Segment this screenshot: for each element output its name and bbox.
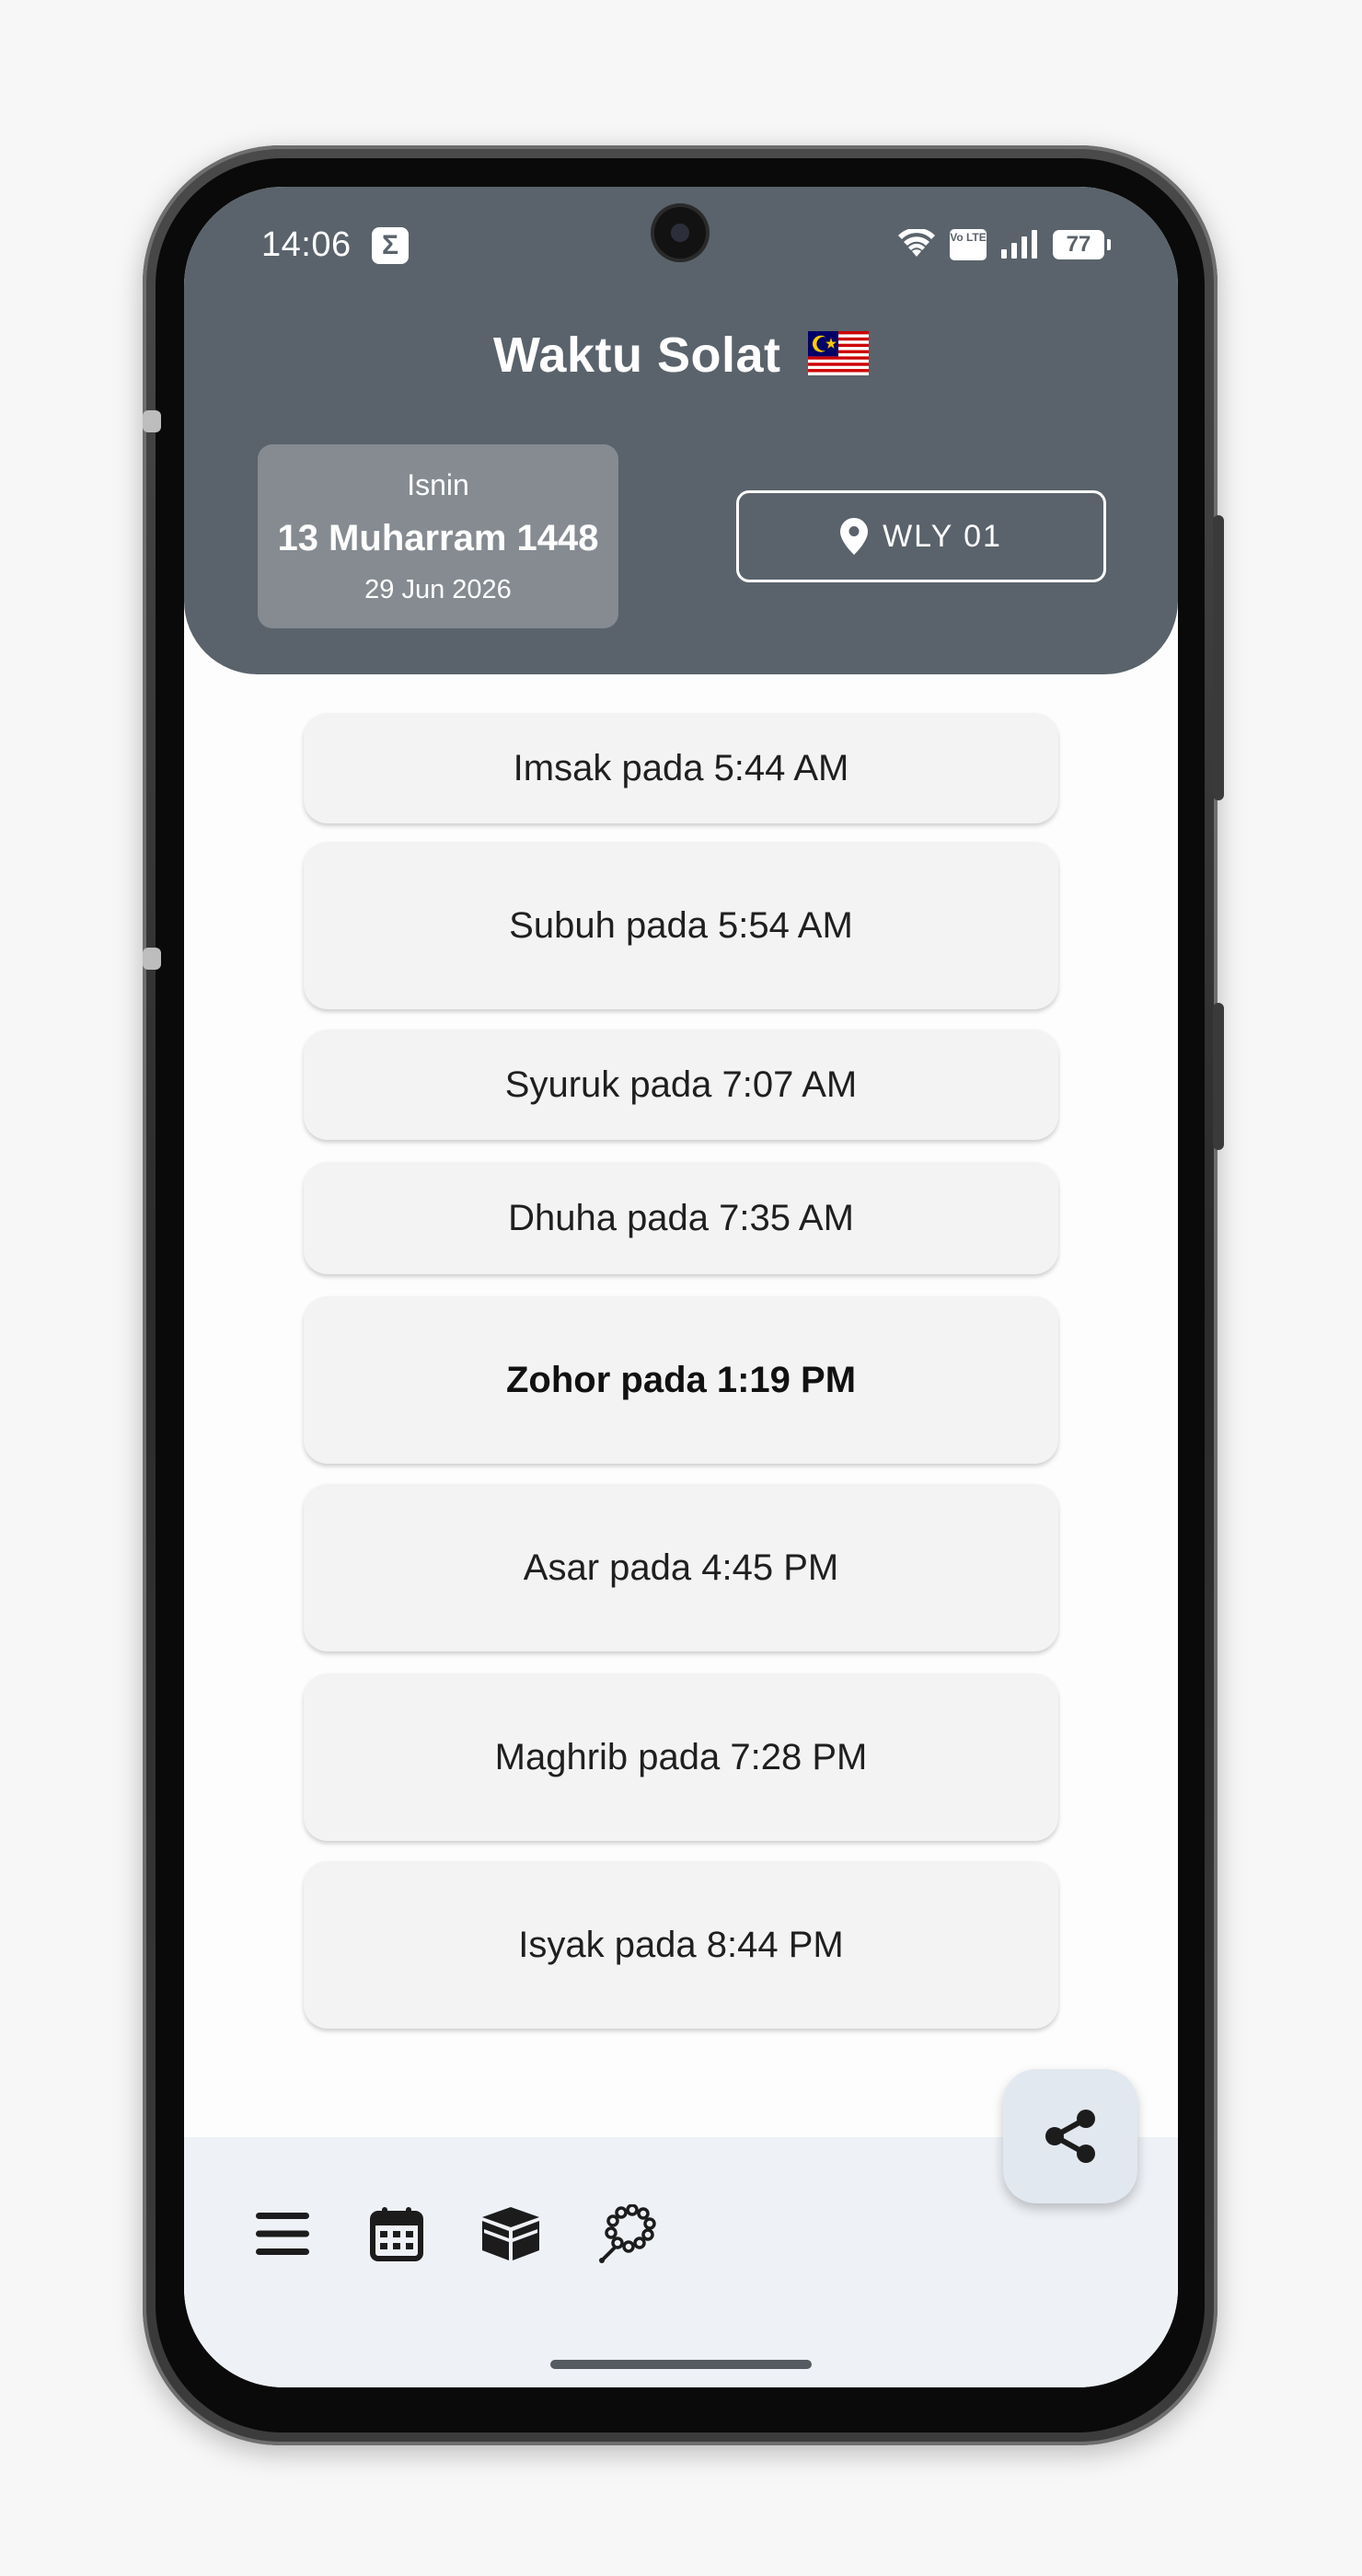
prayer-card-zohor[interactable]: Zohor pada 1:19 PM: [304, 1296, 1058, 1464]
malaysia-flag-icon: [808, 330, 870, 375]
battery-icon: 77: [1053, 230, 1111, 259]
signal-icon: [1001, 230, 1037, 259]
share-icon: [1045, 2110, 1095, 2163]
left-edge-mark-lower: [143, 948, 161, 970]
prayer-card-maghrib[interactable]: Maghrib pada 7:28 PM: [304, 1673, 1058, 1841]
location-pin-icon: [840, 518, 869, 555]
volte-icon: Vo LTE: [950, 229, 987, 260]
prayer-card-subuh[interactable]: Subuh pada 5:54 AM: [304, 842, 1058, 1009]
front-camera: [654, 207, 706, 259]
prayer-label: Isyak pada 8:44 PM: [518, 1924, 844, 1965]
home-indicator[interactable]: [550, 2360, 812, 2369]
prayer-label: Subuh pada 5:54 AM: [509, 904, 853, 946]
calendar-icon[interactable]: [364, 2202, 429, 2266]
prayer-label: Maghrib pada 7:28 PM: [494, 1736, 868, 1777]
power-button: [1213, 515, 1224, 800]
date-day: Isnin: [407, 468, 469, 501]
prayer-label: Syuruk pada 7:07 AM: [504, 1064, 858, 1105]
date-gregorian: 29 Jun 2026: [364, 575, 512, 604]
menu-icon[interactable]: [250, 2202, 315, 2266]
kaaba-icon[interactable]: [479, 2202, 543, 2266]
zone-selector-button[interactable]: WLY 01: [736, 490, 1106, 582]
tasbih-icon[interactable]: [594, 2202, 659, 2266]
status-bar: 14:06 Σ Vo LTE 77: [184, 187, 1178, 306]
left-edge-mark: [143, 410, 161, 432]
app-screen: 14:06 Σ Vo LTE 77 Waktu Solat Isnin 13 M…: [184, 187, 1178, 2387]
date-hijri: 13 Muharram 1448: [277, 518, 599, 558]
wifi-icon: [898, 229, 935, 257]
page-title: Waktu Solat: [184, 327, 1178, 384]
prayer-label: Imsak pada 5:44 AM: [513, 747, 849, 788]
volume-button: [1213, 1003, 1224, 1150]
share-button[interactable]: [1003, 2069, 1137, 2203]
prayer-label: Dhuha pada 7:35 AM: [508, 1197, 854, 1238]
device-frame: 14:06 Σ Vo LTE 77 Waktu Solat Isnin 13 M…: [0, 0, 1362, 2576]
status-icons: Vo LTE 77: [896, 225, 1111, 264]
prayer-card-dhuha[interactable]: Dhuha pada 7:35 AM: [304, 1162, 1058, 1274]
prayer-card-imsak[interactable]: Imsak pada 5:44 AM: [304, 713, 1058, 823]
prayer-label: Zohor pada 1:19 PM: [505, 1359, 857, 1400]
prayer-card-syuruk[interactable]: Syuruk pada 7:07 AM: [304, 1029, 1058, 1140]
notification-sigma-icon: Σ: [372, 227, 409, 264]
prayer-card-isyak[interactable]: Isyak pada 8:44 PM: [304, 1861, 1058, 2029]
date-card: Isnin 13 Muharram 1448 29 Jun 2026: [258, 444, 618, 628]
zone-label: WLY 01: [883, 518, 1002, 554]
prayer-card-asar[interactable]: Asar pada 4:45 PM: [304, 1484, 1058, 1651]
page-title-text: Waktu Solat: [492, 328, 781, 383]
app-header: 14:06 Σ Vo LTE 77 Waktu Solat Isnin 13 M…: [184, 187, 1178, 674]
status-time: 14:06: [261, 225, 352, 264]
prayer-label: Asar pada 4:45 PM: [523, 1547, 839, 1588]
